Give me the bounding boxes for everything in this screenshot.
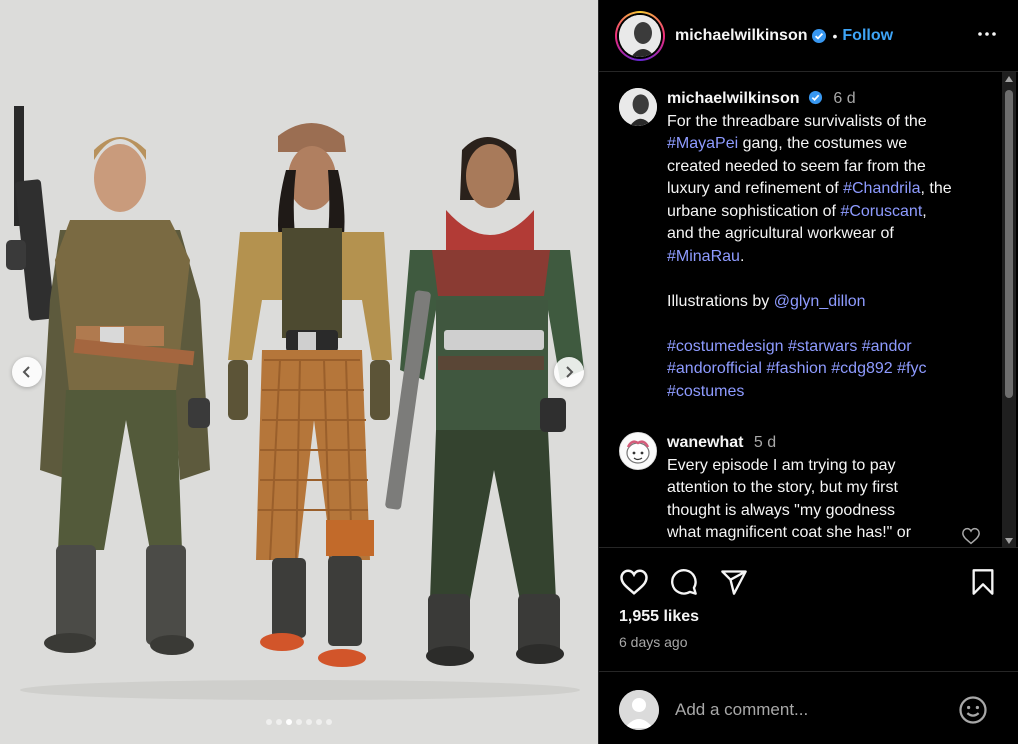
- hashtag-links[interactable]: #costumedesign #starwars #andor: [667, 338, 912, 355]
- post-side-panel: michaelwilkinson • Follow michaelwilkins: [598, 0, 1018, 744]
- posted-time[interactable]: 6 days ago: [619, 634, 688, 650]
- post-actions: [599, 548, 1018, 616]
- default-avatar-icon: [619, 690, 659, 730]
- author-avatar[interactable]: [619, 14, 661, 57]
- follow-button[interactable]: Follow: [842, 27, 893, 45]
- carousel-dot: [306, 719, 312, 725]
- comments-scrollbar[interactable]: [1002, 72, 1016, 547]
- hashtag-links[interactable]: #andorofficial #fashion #cdg892 #fyc: [667, 360, 926, 377]
- commenter-avatar-image: [620, 433, 656, 469]
- caption-text: michaelwilkinson 6 d For the threadbare …: [667, 88, 967, 403]
- comments-list[interactable]: michaelwilkinson 6 d For the threadbare …: [599, 72, 1018, 548]
- author-username[interactable]: michaelwilkinson: [675, 27, 807, 45]
- hashtag-link[interactable]: #MayaPei: [667, 135, 738, 152]
- add-comment-input[interactable]: [675, 696, 945, 724]
- author-avatar-image: [619, 14, 661, 57]
- comment-line: attention to the story, but my first: [667, 479, 898, 496]
- bookmark-icon[interactable]: [969, 568, 997, 596]
- post-media[interactable]: [0, 0, 598, 744]
- comment-text: wanewhat 5 d Every episode I am trying t…: [667, 432, 967, 545]
- carousel-dot: [276, 719, 282, 725]
- caption-author-avatar[interactable]: [619, 88, 657, 126]
- carousel-indicator: [0, 719, 598, 725]
- commenter-name[interactable]: wanewhat: [667, 434, 743, 451]
- heart-icon[interactable]: [619, 568, 649, 596]
- verified-badge-icon: [808, 90, 822, 105]
- add-comment-bar: [599, 671, 1018, 744]
- mention-link[interactable]: @glyn_dillon: [774, 293, 866, 310]
- hashtag-link[interactable]: #Coruscant: [840, 203, 922, 220]
- chevron-left-icon: [22, 366, 30, 378]
- carousel-next-button[interactable]: [554, 357, 584, 387]
- more-options-icon[interactable]: [977, 24, 997, 44]
- caption-credit-label: Illustrations by: [667, 292, 774, 310]
- caption-line: ,: [922, 202, 927, 220]
- carousel-dot: [316, 719, 322, 725]
- carousel-dot: [286, 719, 292, 725]
- caption-line: and the agricultural workwear of: [667, 225, 894, 242]
- share-icon[interactable]: [719, 568, 749, 596]
- post-header: michaelwilkinson • Follow: [599, 0, 1018, 72]
- hashtag-links[interactable]: #costumes: [667, 383, 744, 400]
- caption-line: .: [739, 247, 745, 265]
- emoji-icon[interactable]: [958, 695, 988, 725]
- hashtag-link[interactable]: #Chandrila: [843, 180, 920, 197]
- comment-line: Every episode I am trying to pay: [667, 456, 896, 474]
- caption-line: , the: [920, 180, 952, 197]
- caption-line: urbane sophistication of: [667, 202, 841, 220]
- scroll-up-arrow-icon[interactable]: [1005, 76, 1013, 82]
- verified-badge-icon: [812, 28, 827, 43]
- scroll-down-arrow-icon[interactable]: [1005, 538, 1013, 544]
- comment-like-heart-icon[interactable]: [961, 527, 981, 545]
- carousel-dot: [296, 719, 302, 725]
- caption-line: For the threadbare survivalists of the: [667, 112, 927, 130]
- costume-photo: [0, 0, 598, 744]
- header-separator: •: [832, 27, 838, 44]
- likes-count[interactable]: 1,955 likes: [619, 608, 699, 626]
- carousel-dot: [266, 719, 272, 725]
- comment-line: thought is always "my goodness: [667, 501, 896, 519]
- author-story-ring[interactable]: [615, 10, 665, 61]
- caption-author-name[interactable]: michaelwilkinson: [667, 90, 799, 107]
- viewer-avatar: [619, 690, 659, 730]
- comment-icon[interactable]: [669, 568, 699, 596]
- caption-line: luxury and refinement of: [667, 180, 844, 197]
- commenter-avatar[interactable]: [619, 432, 657, 470]
- caption-credit: Illustrations by @glyn_dillon: [667, 291, 967, 314]
- caption-time[interactable]: 6 d: [833, 90, 855, 107]
- caption-line: gang, the costumes we: [738, 135, 908, 152]
- caption-comment: michaelwilkinson 6 d For the threadbare …: [619, 88, 999, 403]
- caption-line: created needed to seem far from the: [667, 157, 926, 175]
- caption-author-avatar-image: [619, 88, 657, 126]
- chevron-right-icon: [566, 366, 574, 378]
- comment-item: wanewhat 5 d Every episode I am trying t…: [619, 432, 999, 545]
- scrollbar-thumb[interactable]: [1005, 90, 1013, 398]
- hashtag-link[interactable]: #MinaRau: [667, 248, 740, 265]
- comment-line: what magnificent coat she has!" or: [667, 524, 912, 541]
- carousel-prev-button[interactable]: [12, 357, 42, 387]
- carousel-dot: [326, 719, 332, 725]
- caption-hashtags: #costumedesign #starwars #andor #andorof…: [667, 336, 967, 404]
- comment-time[interactable]: 5 d: [754, 434, 776, 451]
